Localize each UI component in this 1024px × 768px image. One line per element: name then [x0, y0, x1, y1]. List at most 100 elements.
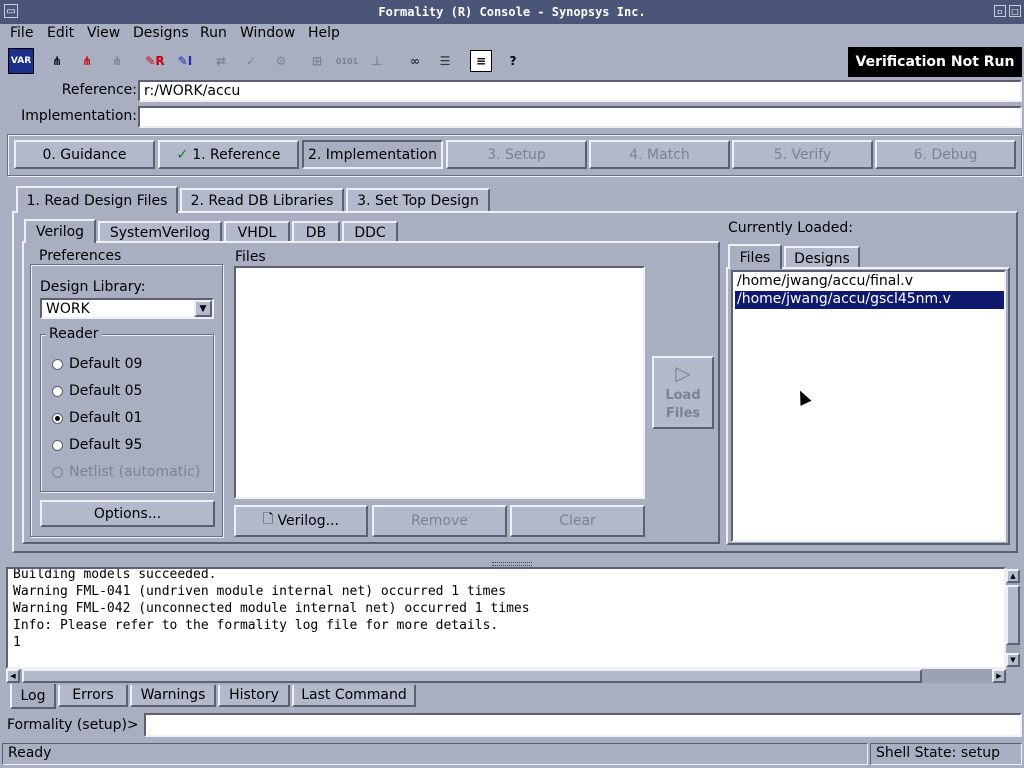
- help-icon[interactable]: ?: [500, 48, 526, 74]
- files-list[interactable]: [234, 266, 645, 499]
- log-tab-log[interactable]: Log: [10, 684, 56, 709]
- align-icon[interactable]: ☰: [432, 48, 458, 74]
- log-tab-history[interactable]: History: [218, 685, 290, 707]
- play-icon: ▷: [675, 361, 691, 385]
- add-verilog-label: Verilog...: [277, 513, 339, 529]
- load-files-button[interactable]: ▷ Load Files: [652, 356, 714, 429]
- splitter-handle[interactable]: [492, 562, 532, 566]
- subtab-read-db-libraries[interactable]: 2. Read DB Libraries: [180, 188, 344, 212]
- binoculars-icon[interactable]: ∞: [402, 48, 428, 74]
- step-setup-button[interactable]: 3. Setup: [446, 140, 587, 169]
- scroll-thumb[interactable]: [22, 669, 922, 683]
- toolbar: VAR ⋔ ⋔ ⋔ ✎R ✎I ⇄ ✓ ⚙ ⊞ 0101 ⊥ ∞ ☰ ≡ ? V…: [0, 44, 1024, 78]
- match-icon[interactable]: ⇄: [208, 48, 234, 74]
- debug-icon[interactable]: ⚙: [268, 48, 294, 74]
- hierarchy-icon[interactable]: ⋔: [44, 48, 70, 74]
- step-reference-button[interactable]: ✓ 1. Reference: [158, 140, 299, 169]
- log-tab-last-command[interactable]: Last Command: [292, 685, 416, 707]
- radio-icon[interactable]: [52, 467, 63, 478]
- step-verify-button[interactable]: 5. Verify: [732, 140, 873, 169]
- menu-file[interactable]: File: [10, 25, 33, 41]
- step-match-button[interactable]: 4. Match: [589, 140, 730, 169]
- menu-run[interactable]: Run: [200, 25, 227, 41]
- log-vertical-scrollbar[interactable]: ▲ ▼: [1006, 569, 1020, 667]
- format-tab-db[interactable]: DB: [292, 221, 340, 242]
- reader-option-09[interactable]: Default 09: [52, 356, 202, 374]
- reader-option-label: Netlist (automatic): [69, 464, 201, 480]
- scroll-down-icon[interactable]: ▼: [1006, 653, 1020, 667]
- format-tab-ddc[interactable]: DDC: [342, 221, 398, 242]
- radio-icon[interactable]: [52, 386, 63, 397]
- menu-window[interactable]: Window: [240, 25, 295, 41]
- binary-icon[interactable]: 0101: [334, 48, 360, 74]
- subtab-set-top-design[interactable]: 3. Set Top Design: [346, 188, 490, 212]
- status-bar: Ready Shell State: setup: [0, 741, 1024, 768]
- hierarchy-ref-icon[interactable]: ⋔: [74, 48, 100, 74]
- scroll-right-icon[interactable]: ▶: [992, 669, 1006, 683]
- log-line: 1: [13, 635, 21, 650]
- menu-help[interactable]: Help: [308, 25, 340, 41]
- report-icon[interactable]: ≡: [470, 50, 492, 72]
- reader-title: Reader: [46, 326, 102, 342]
- log-tab-errors[interactable]: Errors: [58, 685, 128, 707]
- erase-impl-icon[interactable]: ✎I: [172, 48, 198, 74]
- design-library-select[interactable]: WORK ▼: [40, 298, 214, 319]
- checkmark-icon: ✓: [176, 146, 189, 163]
- reader-option-01[interactable]: Default 01: [52, 410, 202, 428]
- menu-edit[interactable]: Edit: [47, 25, 74, 41]
- step-guidance-label: 0. Guidance: [42, 146, 127, 163]
- design-library-label: Design Library:: [40, 279, 146, 295]
- log-output[interactable]: Building models succeeded. Warning FML-0…: [6, 567, 1006, 669]
- loaded-files-list[interactable]: /home/jwang/accu/final.v /home/jwang/acc…: [731, 270, 1006, 542]
- clear-button[interactable]: Clear: [510, 505, 645, 537]
- reader-option-netlist[interactable]: Netlist (automatic): [52, 464, 212, 482]
- flow-steps-bar: 0. Guidance ✓ 1. Reference 2. Implementat…: [7, 134, 1022, 176]
- files-title: Files: [235, 249, 266, 265]
- variables-icon[interactable]: VAR: [8, 48, 34, 74]
- radio-icon[interactable]: [52, 440, 63, 451]
- format-tab-systemverilog[interactable]: SystemVerilog: [98, 221, 222, 242]
- scroll-left-icon[interactable]: ◀: [6, 669, 20, 683]
- step-implementation-button[interactable]: 2. Implementation: [302, 140, 443, 169]
- loaded-tab-designs[interactable]: Designs: [784, 246, 860, 269]
- format-tab-verilog[interactable]: Verilog: [24, 219, 96, 243]
- remove-button[interactable]: Remove: [372, 505, 507, 537]
- reference-field[interactable]: r:/WORK/accu: [138, 80, 1022, 102]
- reader-option-95[interactable]: Default 95: [52, 437, 202, 455]
- add-verilog-button[interactable]: 🗋 Verilog...: [234, 505, 368, 537]
- schematic-icon[interactable]: ⊞: [304, 48, 330, 74]
- document-icon: 🗋: [263, 512, 274, 527]
- implementation-field[interactable]: [138, 106, 1022, 128]
- implementation-label: Implementation:: [21, 108, 137, 124]
- verify-icon[interactable]: ✓: [238, 48, 264, 74]
- step-match-label: 4. Match: [629, 146, 690, 163]
- subtab-read-design-files[interactable]: 1. Read Design Files: [16, 186, 178, 213]
- maximize-button[interactable]: □: [1009, 5, 1021, 17]
- loaded-tab-files[interactable]: Files: [728, 244, 782, 269]
- format-tab-vhdl[interactable]: VHDL: [224, 221, 290, 242]
- log-tab-warnings[interactable]: Warnings: [130, 685, 216, 707]
- radio-selected-icon[interactable]: [52, 413, 63, 424]
- list-item-selected[interactable]: /home/jwang/accu/gscl45nm.v: [735, 291, 1004, 309]
- menu-designs[interactable]: Designs: [133, 25, 189, 41]
- cone-icon[interactable]: ⊥: [364, 48, 390, 74]
- step-guidance-button[interactable]: 0. Guidance: [14, 140, 155, 169]
- log-horizontal-scrollbar[interactable]: ◀ ▶: [6, 669, 1006, 683]
- chevron-down-icon[interactable]: ▼: [194, 300, 212, 317]
- options-button[interactable]: Options...: [40, 500, 215, 527]
- status-text: Ready: [2, 743, 868, 765]
- menu-view[interactable]: View: [87, 25, 120, 41]
- list-item[interactable]: /home/jwang/accu/final.v: [735, 273, 1004, 291]
- radio-icon[interactable]: [52, 359, 63, 370]
- command-input[interactable]: [144, 713, 1022, 737]
- minimize-button[interactable]: ▫: [994, 5, 1006, 17]
- reader-option-05[interactable]: Default 05: [52, 383, 202, 401]
- log-line: Warning FML-041 (undriven module interna…: [13, 584, 507, 599]
- erase-ref-icon[interactable]: ✎R: [142, 48, 168, 74]
- hierarchy-impl-icon[interactable]: ⋔: [104, 48, 130, 74]
- scroll-up-icon[interactable]: ▲: [1006, 569, 1020, 583]
- design-info-panel: Reference: r:/WORK/accu Implementation:: [6, 78, 1024, 130]
- step-debug-button[interactable]: 6. Debug: [875, 140, 1016, 169]
- scroll-thumb[interactable]: [1006, 585, 1020, 645]
- preferences-title: Preferences: [36, 248, 125, 264]
